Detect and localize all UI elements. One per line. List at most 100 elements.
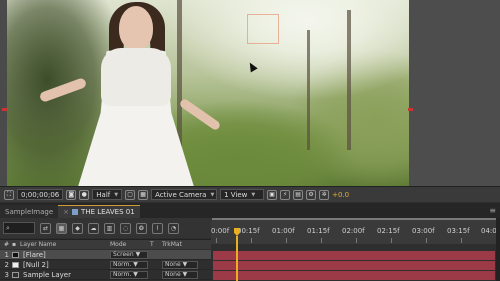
composition-viewer: [0, 0, 500, 188]
time-ruler[interactable]: 0:00f 00:15f 01:00f 01:15f 02:00f 02:15f…: [211, 220, 497, 244]
dress-bodice: [101, 48, 171, 106]
tick-line: [216, 238, 217, 243]
tick-line: [286, 238, 287, 243]
composition-button-icon[interactable]: ▦: [56, 222, 67, 234]
layer-tracks: [211, 250, 496, 281]
layer-duration-bar[interactable]: [213, 261, 495, 270]
exposure-icon[interactable]: ✲: [319, 189, 330, 200]
layer-name: [Flare]: [23, 250, 46, 259]
comp-mini-flowchart-icon[interactable]: ⇄: [40, 222, 51, 234]
composition-canvas[interactable]: [7, 0, 409, 186]
layer-search-input[interactable]: ⌕: [3, 222, 35, 234]
current-time-value: 0;00;00;06: [21, 190, 60, 199]
time-tick-label: 01:15f: [307, 227, 330, 235]
layer-duration-bar[interactable]: [213, 271, 495, 280]
tree-trunk: [347, 10, 351, 150]
layer-number: 3: [4, 270, 9, 279]
chevron-down-icon: ▼: [133, 261, 138, 268]
exposure-value[interactable]: +0.0: [332, 191, 349, 199]
flowchart-icon[interactable]: ⚙: [306, 189, 317, 200]
chevron-down-icon: ▼: [135, 251, 141, 258]
layer-number: 2: [4, 260, 9, 269]
region-of-interest-box[interactable]: [247, 14, 279, 44]
close-icon[interactable]: ×: [63, 208, 69, 216]
layer-column-header: # ▪ Layer Name Mode T TrkMat: [0, 239, 211, 249]
col-t: T: [150, 241, 154, 248]
layer-duration-bar[interactable]: [213, 251, 495, 260]
draft-3d-icon[interactable]: ◆: [72, 222, 83, 234]
layer-name-cell[interactable]: Sample Layer: [12, 271, 110, 279]
channel-icon[interactable]: ●: [79, 189, 90, 200]
timeline-scrollbar[interactable]: [496, 218, 500, 281]
mouse-cursor-icon: [246, 60, 258, 73]
mode-dropdown[interactable]: Screen ▼: [110, 250, 148, 259]
trkmat-dropdown[interactable]: None ▼: [162, 260, 198, 269]
layer-row[interactable]: 2 [Null 2] Norm. ▼ None ▼: [0, 260, 211, 270]
toggle-pixel-aspect-icon[interactable]: ▣: [267, 189, 278, 200]
tab-label: THE LEAVES 01: [81, 208, 135, 216]
resolution-dropdown[interactable]: Half ▼: [92, 189, 123, 200]
right-arm: [178, 97, 222, 132]
layer-list: 1 [Flare] Screen ▼ 2 [Null 2] Norm. ▼ None…: [0, 250, 211, 280]
view-dropdown[interactable]: Active Camera ▼: [151, 189, 218, 200]
chevron-down-icon: ▼: [182, 271, 188, 278]
search-icon: ⌕: [6, 223, 10, 232]
layer-name: Sample Layer: [23, 270, 71, 279]
snapshot-icon[interactable]: ◙: [66, 189, 77, 200]
layer-name-cell[interactable]: [Null 2]: [12, 261, 110, 269]
layer-row[interactable]: 1 [Flare] Screen ▼: [0, 250, 211, 260]
tick-line: [356, 238, 357, 243]
timeline-icon[interactable]: ▤: [293, 189, 304, 200]
tab-the-leaves-01[interactable]: × THE LEAVES 01: [58, 205, 140, 218]
safe-margins-icon[interactable]: ⛶: [4, 189, 14, 200]
col-mode: Mode: [110, 241, 127, 248]
tab-sampleimage[interactable]: SampleImage: [0, 205, 59, 218]
brainstorm-icon[interactable]: ❂: [136, 222, 147, 234]
tick-line: [251, 238, 252, 243]
graph-editor-icon[interactable]: ⌇: [152, 222, 163, 234]
layer-name-cell[interactable]: [Flare]: [12, 251, 110, 259]
current-time-field[interactable]: 0;00;00;06: [17, 189, 64, 200]
layer-row[interactable]: 3 Sample Layer Norm. ▼ None ▼: [0, 270, 211, 280]
view-layout-value: 1 View: [224, 190, 248, 199]
mode-value: Screen: [113, 251, 134, 258]
chevron-down-icon: ▼: [133, 271, 138, 278]
null-layer-icon: [12, 261, 19, 268]
time-tick-label: 03:00f: [412, 227, 435, 235]
motion-blur-icon[interactable]: ◌: [120, 222, 131, 234]
col-trkmat: TrkMat: [162, 241, 182, 248]
time-tick-label: 02:00f: [342, 227, 365, 235]
trkmat-value: None: [165, 261, 181, 268]
shy-layers-icon[interactable]: ☁: [88, 222, 99, 234]
face: [119, 6, 153, 50]
label-color-icon: ▪: [12, 241, 17, 248]
trkmat-value: None: [165, 271, 181, 278]
roi-icon[interactable]: ▢: [125, 189, 136, 200]
viewer-pasteboard: [409, 0, 500, 186]
viewer-toolbar: ⛶ 0;00;00;06 ◙ ● Half ▼ ▢ ▦ Active Camera…: [0, 186, 500, 202]
auto-keyframe-icon[interactable]: ◔: [168, 222, 179, 234]
tick-line: [426, 238, 427, 243]
time-tick-label: 0:00f: [211, 227, 230, 235]
mode-dropdown[interactable]: Norm. ▼: [110, 260, 148, 269]
panel-menu-icon[interactable]: ≡: [489, 206, 496, 215]
tab-label: SampleImage: [5, 207, 54, 216]
chevron-down-icon: ▼: [182, 261, 188, 268]
col-number: #: [3, 241, 9, 248]
frame-blending-icon[interactable]: ▥: [104, 222, 115, 234]
trkmat-dropdown[interactable]: None ▼: [162, 270, 198, 279]
solid-layer-icon: [12, 251, 19, 258]
chevron-down-icon: ▼: [210, 191, 215, 198]
view-value: Active Camera: [155, 190, 207, 199]
transparency-grid-icon[interactable]: ▦: [138, 189, 149, 200]
time-tick-label: 02:15f: [377, 227, 400, 235]
tick-line: [391, 238, 392, 243]
fast-previews-icon[interactable]: ⚡: [280, 189, 291, 200]
layer-name: [Null 2]: [23, 260, 49, 269]
comp-color-swatch: [72, 209, 79, 215]
col-layer-name[interactable]: Layer Name: [20, 241, 110, 248]
edge-marker: [2, 108, 7, 111]
view-layout-dropdown[interactable]: 1 View ▼: [220, 189, 265, 200]
mode-dropdown[interactable]: Norm. ▼: [110, 270, 148, 279]
mode-value: Norm.: [113, 271, 132, 278]
